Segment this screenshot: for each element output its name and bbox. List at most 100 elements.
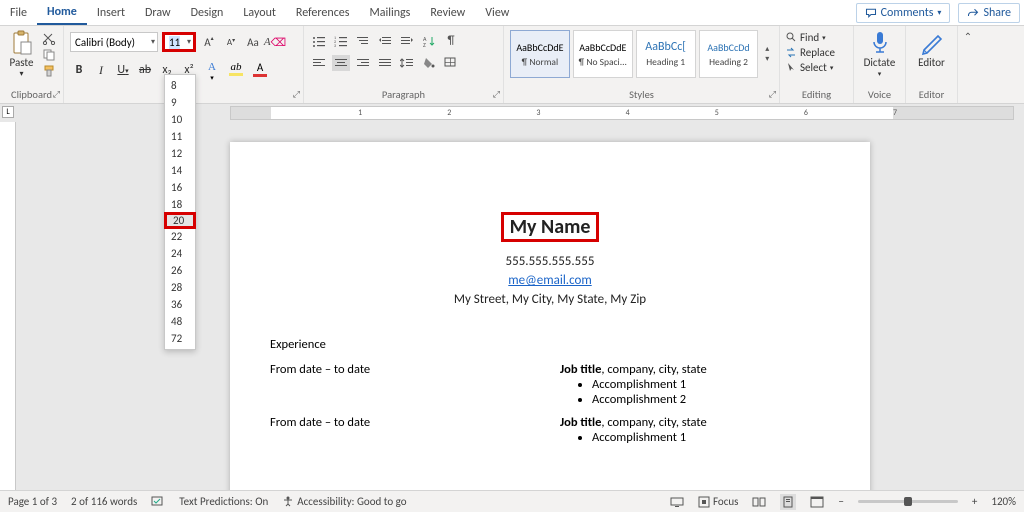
tab-home[interactable]: Home [37, 1, 87, 25]
style-heading1[interactable]: AaBbCc[Heading 1 [636, 30, 696, 78]
spellcheck-status[interactable] [151, 496, 165, 508]
doc-name-heading[interactable]: My Name [501, 212, 600, 242]
italic-button[interactable]: I [92, 61, 110, 79]
collapse-ribbon-button[interactable]: ⌃ [964, 30, 972, 43]
font-size-option-12[interactable]: 12 [165, 145, 195, 162]
paste-button[interactable]: Paste ▾ [6, 30, 37, 79]
clipboard-dialog-launcher[interactable]: ⤢ [53, 89, 60, 100]
increase-indent-button[interactable] [398, 33, 416, 49]
format-painter-button[interactable] [41, 64, 57, 78]
font-size-dropdown[interactable]: 891011121416182022242628364872 [164, 74, 196, 350]
bullet-list-button[interactable] [310, 33, 328, 49]
change-case-button[interactable]: Aa [244, 33, 262, 51]
text-effects-button[interactable]: A▾ [202, 61, 222, 79]
font-size-option-72[interactable]: 72 [165, 330, 195, 347]
accessibility-status[interactable]: Accessibility: Good to go [282, 495, 406, 508]
highlight-button[interactable]: ab [226, 61, 246, 79]
tab-layout[interactable]: Layout [233, 2, 286, 24]
strike-button[interactable]: ab [136, 61, 154, 79]
font-size-option-9[interactable]: 9 [165, 94, 195, 111]
tab-review[interactable]: Review [420, 2, 475, 24]
ruler-horizontal[interactable]: L 1234567 [0, 104, 1024, 122]
comments-button[interactable]: Comments ▾ [856, 3, 951, 23]
borders-button[interactable] [442, 55, 460, 71]
clear-format-button[interactable]: A⌫ [266, 33, 284, 51]
zoom-out-button[interactable]: − [838, 495, 843, 508]
tab-draw[interactable]: Draw [135, 2, 181, 24]
web-layout-button[interactable] [810, 496, 824, 508]
page[interactable]: My Name 555.555.555.555 me@email.com My … [230, 142, 870, 490]
tab-design[interactable]: Design [181, 2, 234, 24]
font-size-option-36[interactable]: 36 [165, 296, 195, 313]
tab-file[interactable]: File [0, 2, 37, 24]
word-count[interactable]: 2 of 116 words [71, 495, 137, 508]
font-size-option-48[interactable]: 48 [165, 313, 195, 330]
number-list-button[interactable]: 123 [332, 33, 350, 49]
display-settings[interactable] [670, 496, 684, 508]
tab-mailings[interactable]: Mailings [359, 2, 420, 24]
align-right-button[interactable] [354, 55, 372, 71]
shading-button[interactable] [420, 55, 438, 71]
font-size-select[interactable]: 11▾ [162, 32, 196, 52]
font-size-option-10[interactable]: 10 [165, 111, 195, 128]
style-no-spacing[interactable]: AaBbCcDdE¶ No Spaci... [573, 30, 633, 78]
job-line[interactable]: Job title, company, city, state [560, 415, 707, 430]
text-predictions-status[interactable]: Text Predictions: On [179, 495, 268, 508]
font-size-option-11[interactable]: 11 [165, 128, 195, 145]
page-indicator[interactable]: Page 1 of 3 [8, 495, 57, 508]
font-size-option-14[interactable]: 14 [165, 162, 195, 179]
grow-font-button[interactable]: A▴ [200, 33, 218, 51]
justify-button[interactable] [376, 55, 394, 71]
style-normal[interactable]: AaBbCcDdE¶ Normal [510, 30, 570, 78]
document-canvas[interactable]: My Name 555.555.555.555 me@email.com My … [0, 122, 1024, 490]
focus-mode-button[interactable]: Focus [698, 495, 738, 508]
experience-row[interactable]: From date – to dateJob title, company, c… [270, 415, 830, 445]
font-size-option-18[interactable]: 18 [165, 196, 195, 213]
experience-heading[interactable]: Experience [270, 337, 830, 352]
accomplishment-item[interactable]: Accomplishment 1 [592, 430, 707, 445]
align-left-button[interactable] [310, 55, 328, 71]
zoom-in-button[interactable]: + [972, 495, 977, 508]
multilevel-list-button[interactable] [354, 33, 372, 49]
doc-address[interactable]: My Street, My City, My State, My Zip [270, 292, 830, 307]
tab-insert[interactable]: Insert [87, 2, 135, 24]
font-name-select[interactable]: Calibri (Body)▾ [70, 32, 158, 52]
font-size-option-26[interactable]: 26 [165, 262, 195, 279]
font-dialog-launcher[interactable]: ⤢ [293, 89, 300, 100]
style-heading2[interactable]: AaBbCcDdHeading 2 [699, 30, 759, 78]
editor-button[interactable]: Editor [908, 30, 955, 69]
share-button[interactable]: Share [958, 3, 1020, 23]
styles-dialog-launcher[interactable]: ⤢ [769, 89, 776, 100]
align-center-button[interactable] [332, 55, 350, 71]
accomplishment-item[interactable]: Accomplishment 1 [592, 377, 707, 392]
zoom-level[interactable]: 120% [991, 495, 1016, 508]
bold-button[interactable]: B [70, 61, 88, 79]
replace-button[interactable]: Replace [786, 45, 847, 60]
underline-button[interactable]: U▾ [114, 61, 132, 79]
styles-expand-button[interactable]: ▴▾ [761, 30, 773, 78]
experience-dates[interactable]: From date – to date [270, 362, 560, 407]
sort-button[interactable]: AZ [420, 33, 438, 49]
font-size-option-24[interactable]: 24 [165, 245, 195, 262]
paragraph-dialog-launcher[interactable]: ⤢ [493, 89, 500, 100]
cut-button[interactable] [41, 32, 57, 46]
shrink-font-button[interactable]: A▾ [222, 33, 240, 51]
ruler-vertical[interactable] [0, 122, 16, 490]
font-size-option-20[interactable]: 20 [164, 212, 196, 229]
doc-email-link[interactable]: me@email.com [508, 273, 591, 288]
print-layout-button[interactable] [780, 494, 796, 510]
doc-phone[interactable]: 555.555.555.555 [270, 254, 830, 269]
font-size-option-22[interactable]: 22 [165, 228, 195, 245]
decrease-indent-button[interactable] [376, 33, 394, 49]
font-color-button[interactable]: A [250, 61, 270, 79]
line-spacing-button[interactable] [398, 55, 416, 71]
experience-row[interactable]: From date – to dateJob title, company, c… [270, 362, 830, 407]
zoom-slider[interactable] [858, 500, 958, 503]
read-mode-button[interactable] [752, 496, 766, 508]
font-size-option-8[interactable]: 8 [165, 77, 195, 94]
experience-dates[interactable]: From date – to date [270, 415, 560, 445]
tab-references[interactable]: References [286, 2, 360, 24]
font-size-option-28[interactable]: 28 [165, 279, 195, 296]
select-button[interactable]: Select▾ [786, 60, 847, 75]
accomplishment-item[interactable]: Accomplishment 2 [592, 392, 707, 407]
